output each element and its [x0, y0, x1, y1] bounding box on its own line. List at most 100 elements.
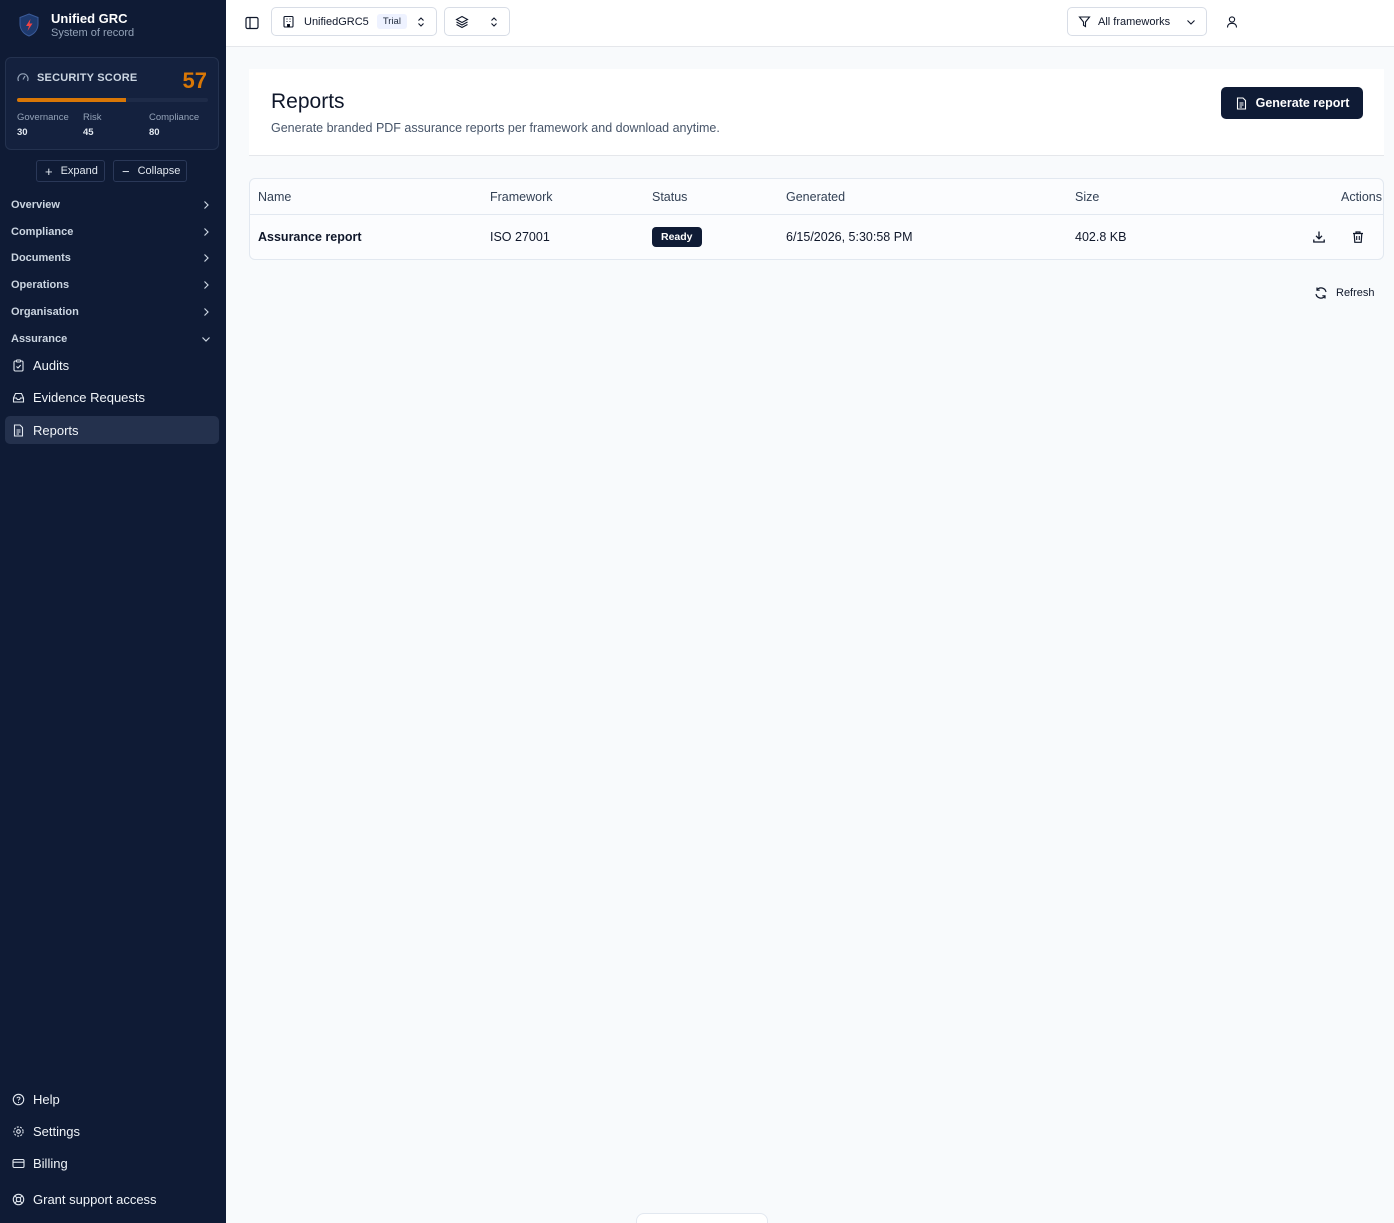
page-header: Reports Generate branded PDF assurance r…: [249, 69, 1384, 156]
sidebar-item-help[interactable]: Help: [5, 1085, 219, 1113]
nav-group-label: Assurance: [11, 333, 68, 345]
sidebar-item-label: Grant support access: [33, 1191, 157, 1207]
brand-title: Unified GRC: [51, 11, 128, 26]
nav-group-label: Operations: [11, 279, 70, 291]
page-title: Reports: [271, 90, 345, 113]
sidebar-item-reports[interactable]: Reports: [5, 416, 219, 444]
column-header-actions: Actions: [1341, 190, 1382, 204]
chevron-right-icon: [204, 254, 209, 262]
minus-icon: −: [122, 163, 130, 179]
security-score-label: SECURITY SCORE: [37, 72, 138, 84]
sidebar-item-evidence-requests[interactable]: Evidence Requests: [5, 383, 219, 411]
nav-group-organisation[interactable]: Organisation: [11, 303, 211, 321]
report-generated-at: 6/15/2026, 5:30:58 PM: [786, 230, 913, 244]
metric-value: 30: [17, 127, 28, 138]
nav-group-compliance[interactable]: Compliance: [11, 223, 211, 241]
page-subtitle: Generate branded PDF assurance reports p…: [271, 121, 720, 135]
collapse-all-button[interactable]: − Collapse: [113, 160, 187, 182]
framework-filter[interactable]: All frameworks: [1067, 7, 1207, 36]
sidebar-item-billing[interactable]: Billing: [5, 1149, 219, 1177]
column-header-framework[interactable]: Framework: [490, 190, 553, 204]
trial-badge: Trial: [376, 14, 407, 29]
framework-filter-value: All frameworks: [1098, 15, 1171, 28]
inbox-icon: [12, 392, 25, 403]
sidebar-item-label: Evidence Requests: [33, 389, 146, 405]
download-icon: [1313, 231, 1325, 243]
column-header-size[interactable]: Size: [1075, 190, 1099, 204]
shield-logo-icon: [19, 13, 39, 37]
metric-label: Compliance: [149, 112, 200, 123]
status-badge: Ready: [652, 227, 702, 247]
gear-icon: [13, 1125, 24, 1137]
table-row[interactable]: Assurance report ISO 27001 Ready 6/15/20…: [250, 215, 1383, 260]
download-button[interactable]: [1310, 228, 1328, 246]
table-header: Name Framework Status Generated Size Act…: [250, 179, 1383, 215]
column-header-name[interactable]: Name: [258, 190, 291, 204]
sidebar-item-label: Reports: [33, 422, 79, 438]
chevron-right-icon: [204, 308, 209, 316]
sidebar-item-grant-support-access[interactable]: Grant support access: [5, 1185, 219, 1213]
column-header-generated[interactable]: Generated: [786, 190, 845, 204]
credit-card-icon: [12, 1158, 25, 1168]
refresh-icon: [1315, 287, 1327, 299]
generate-report-label: Generate report: [1255, 96, 1350, 110]
nav-group-operations[interactable]: Operations: [11, 276, 211, 294]
panel-left-icon: [245, 16, 259, 30]
refresh-button[interactable]: Refresh: [1314, 286, 1375, 300]
file-text-icon: [1236, 96, 1246, 110]
chevron-right-icon: [204, 281, 209, 289]
chevron-right-icon: [204, 201, 209, 209]
trash-icon: [1353, 231, 1363, 243]
sidebar-item-label: Audits: [33, 357, 70, 373]
org-selector[interactable]: UnifiedGRC5 Trial: [271, 7, 437, 36]
filter-icon: [1078, 16, 1091, 28]
brand-subtitle: System of record: [51, 27, 135, 39]
bottom-drawer-handle[interactable]: [636, 1213, 768, 1223]
metric-risk: Risk 45: [83, 112, 101, 142]
expand-label: Expand: [60, 165, 98, 177]
report-size: 402.8 KB: [1075, 230, 1127, 244]
sidebar-toggle-button[interactable]: [242, 13, 262, 33]
org-name: UnifiedGRC5: [304, 15, 369, 28]
security-score-value: 57: [182, 68, 207, 93]
expand-all-button[interactable]: + Expand: [36, 160, 105, 182]
generate-report-button[interactable]: Generate report: [1221, 87, 1363, 119]
delete-button[interactable]: [1349, 228, 1367, 246]
security-score-fill: [17, 98, 126, 102]
reports-table: Name Framework Status Generated Size Act…: [249, 178, 1384, 260]
nav-group-label: Organisation: [11, 306, 79, 318]
security-score-card: SECURITY SCORE 57 Governance 30 Risk 45 …: [5, 57, 219, 150]
nav-group-label: Compliance: [11, 226, 74, 238]
nav-group-overview[interactable]: Overview: [11, 196, 211, 214]
chevron-right-icon: [204, 228, 209, 236]
metric-value: 45: [83, 127, 94, 138]
refresh-label: Refresh: [1336, 287, 1375, 299]
nav-group-documents[interactable]: Documents: [11, 249, 211, 267]
plus-icon: +: [45, 163, 53, 179]
brand[interactable]: Unified GRC System of record: [18, 11, 134, 40]
sidebar-item-audits[interactable]: Audits: [5, 351, 219, 379]
metric-governance: Governance 30: [17, 112, 69, 142]
layers-icon: [455, 15, 469, 28]
chevron-down-icon: [1187, 19, 1195, 25]
sidebar: Unified GRC System of record SECURITY SC…: [0, 0, 226, 1223]
sidebar-item-settings[interactable]: Settings: [5, 1117, 219, 1145]
user-menu-button[interactable]: [1222, 12, 1242, 32]
building-icon: [283, 15, 294, 28]
file-text-icon: [13, 423, 24, 437]
security-score-bar: [17, 98, 208, 102]
collapse-label: Collapse: [137, 165, 181, 177]
column-header-status[interactable]: Status: [652, 190, 687, 204]
nav-group-label: Overview: [11, 199, 60, 211]
help-circle-icon: [12, 1093, 25, 1105]
chevron-down-icon: [202, 337, 210, 342]
gauge-icon: [17, 73, 29, 82]
metric-label: Governance: [17, 112, 69, 123]
metric-value: 80: [149, 127, 160, 138]
nav-group-label: Documents: [11, 252, 71, 264]
metric-label: Risk: [83, 112, 102, 123]
user-icon: [1226, 16, 1238, 28]
report-name[interactable]: Assurance report: [258, 230, 362, 244]
nav-group-assurance[interactable]: Assurance: [11, 330, 211, 348]
workspace-layer-selector[interactable]: [444, 7, 510, 36]
